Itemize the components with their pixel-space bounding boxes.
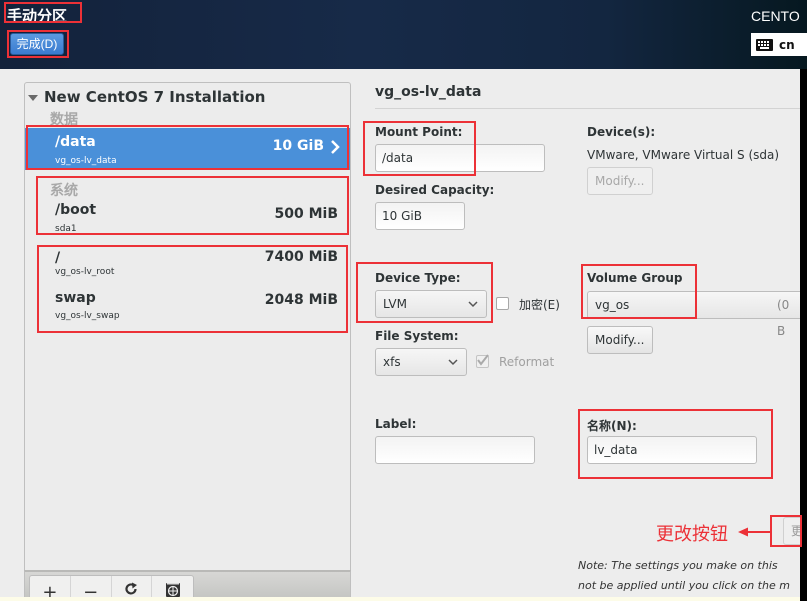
expander-triangle-icon[interactable] (28, 94, 38, 101)
title-divider (375, 108, 800, 109)
annotation-box-boot-row (36, 176, 349, 235)
note-line-2: not be applied until you click on the m (578, 579, 790, 592)
annotation-box-data-row (26, 125, 349, 170)
annotation-box-done (7, 30, 69, 58)
bottom-edge (0, 597, 800, 601)
label-input[interactable] (375, 436, 535, 464)
devices-value: VMware, VMware Virtual S (sda) (587, 148, 780, 162)
installation-title: New CentOS 7 Installation (44, 88, 266, 106)
encrypt-label: 加密(E) (519, 298, 560, 312)
encrypt-checkbox[interactable] (496, 297, 509, 310)
file-system-label: File System: (375, 329, 459, 343)
annotation-box-device-type (356, 262, 493, 323)
file-system-select[interactable]: xfs (375, 348, 467, 376)
devices-modify-button[interactable]: Modify... (587, 167, 653, 195)
keyboard-layout-label: cn (779, 37, 795, 52)
label-field-label: Label: (375, 417, 417, 431)
keyboard-layout-indicator[interactable]: cn (751, 33, 807, 56)
keyboard-icon (756, 38, 773, 51)
installation-header[interactable]: New CentOS 7 Installation (28, 88, 265, 106)
volume-group-free-space: (0 B (777, 298, 790, 338)
annotation-arrow-icon (738, 527, 771, 537)
distribution-title: CENTO (751, 8, 800, 24)
desired-capacity-label: Desired Capacity: (375, 183, 495, 197)
annotation-box-volume-group (581, 264, 697, 319)
refresh-icon (125, 582, 138, 595)
header-bar: 手动分区 完成(D) CENTO cn (0, 0, 807, 69)
desired-capacity-input[interactable]: 10 GiB (375, 202, 465, 230)
reformat-label: Reformat (499, 355, 555, 369)
annotation-box-name (578, 409, 773, 479)
chevron-down-icon (448, 359, 458, 366)
reformat-checkbox[interactable] (476, 354, 489, 368)
disk-config-icon (165, 583, 180, 597)
volume-group-modify-button[interactable]: Modify... (587, 326, 653, 354)
annotation-box-lvm-rows (37, 245, 348, 333)
note-line-1: Note: The settings you make on this (578, 559, 778, 572)
annotation-box-mount-point (363, 121, 476, 176)
checkmark-icon (477, 354, 489, 366)
devices-label: Device(s): (587, 125, 656, 139)
annotation-box-update-button (770, 515, 802, 547)
partition-toolbar: + − (24, 570, 351, 601)
selected-device-title: vg_os-lv_data (375, 84, 482, 100)
annotation-label: 更改按钮 (656, 524, 728, 545)
file-system-value: xfs (383, 355, 401, 369)
annotation-box-title (4, 2, 82, 23)
